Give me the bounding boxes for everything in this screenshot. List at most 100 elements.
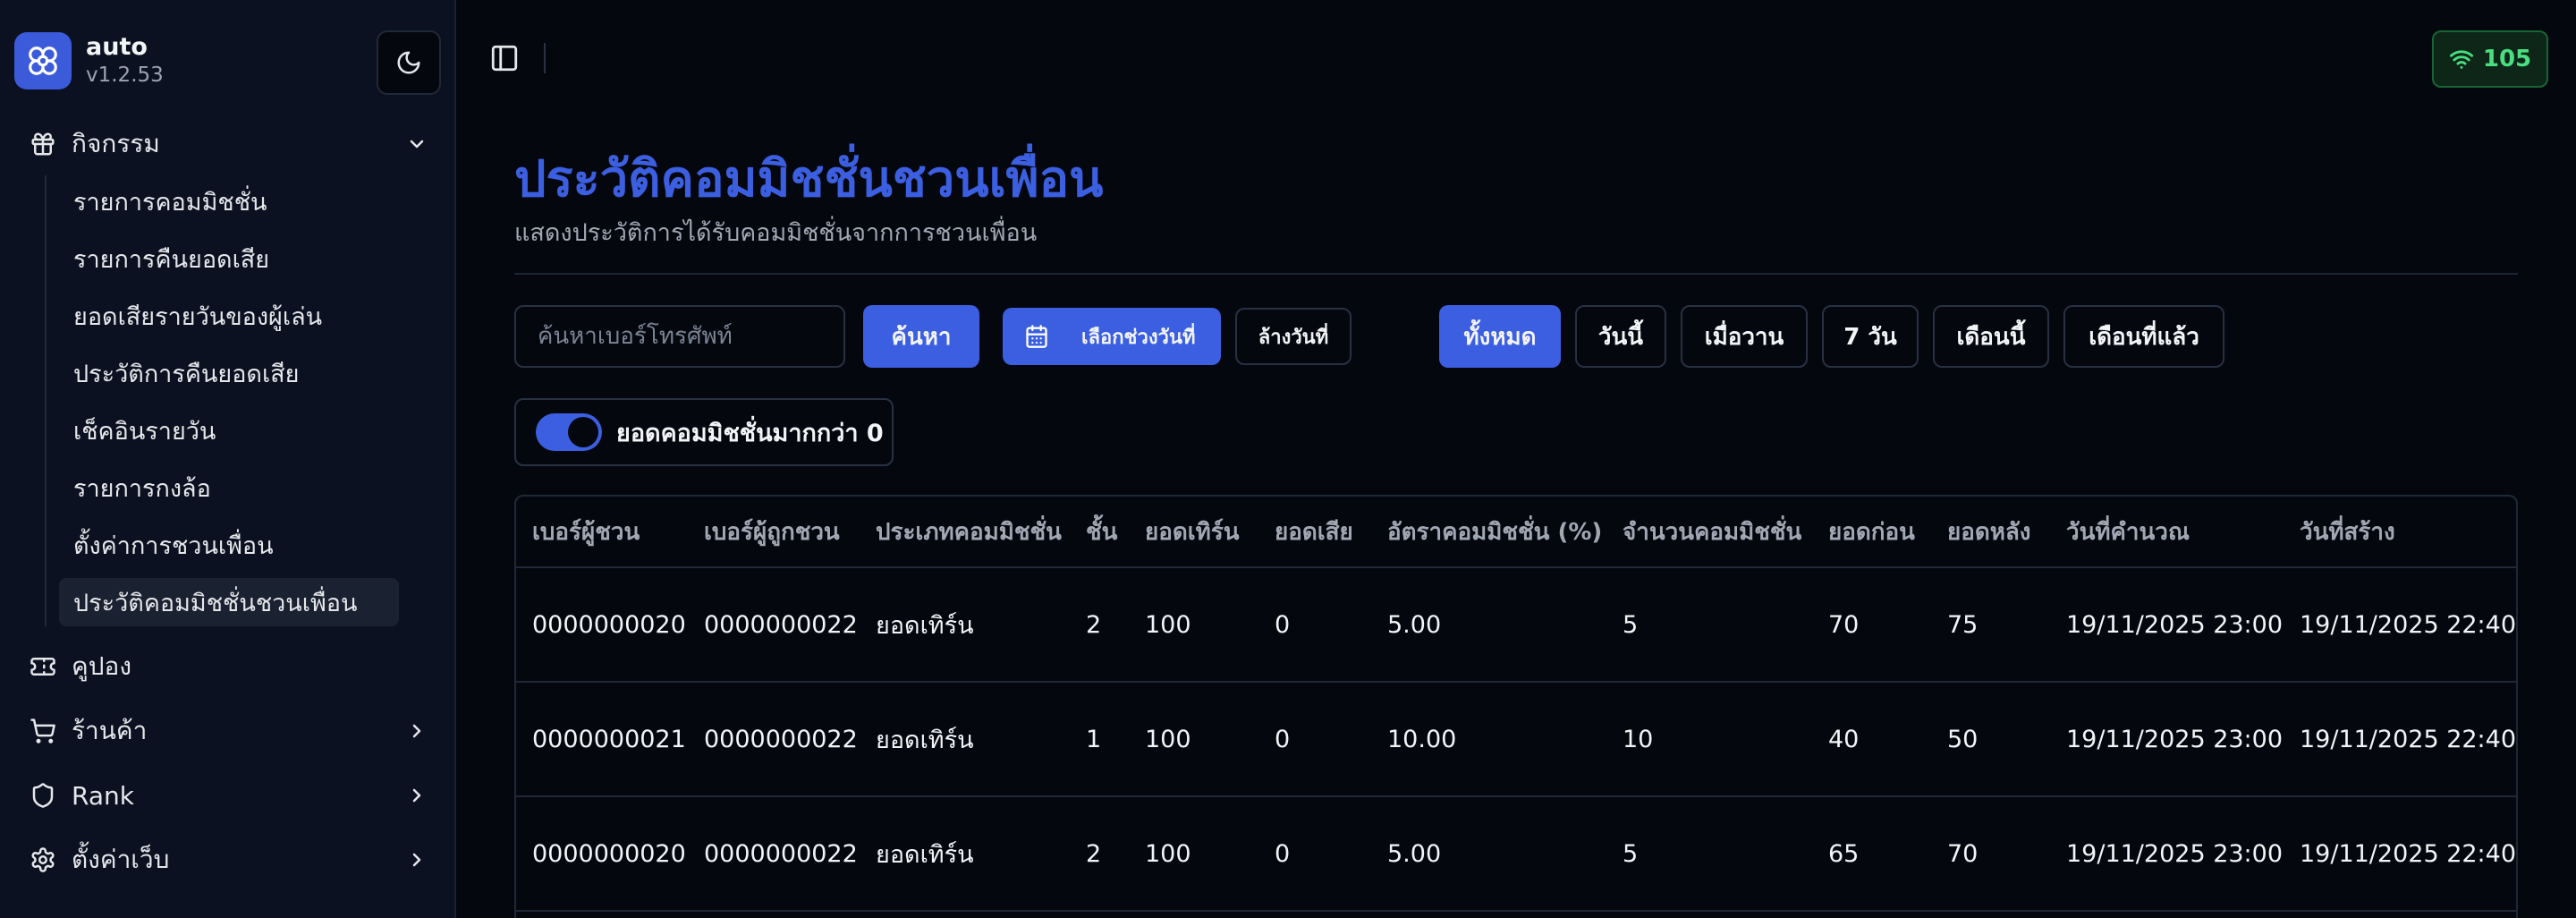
sidebar-item-daily-checkin[interactable]: เช็คอินรายวัน xyxy=(59,406,399,455)
flower-logo-icon xyxy=(14,32,72,89)
table-cell: 2 xyxy=(1086,839,1102,868)
sidebar-group-label: กิจกรรม xyxy=(72,129,160,158)
table-row: 0000000021 0000000022 ยอดเทิร์น 1 100 0 … xyxy=(516,683,2517,797)
table-cell: 5.00 xyxy=(1387,610,1442,639)
app-name: auto xyxy=(86,33,148,61)
sidebar-group-label: ร้านค้า xyxy=(72,716,148,745)
table-cell: 5.00 xyxy=(1387,839,1442,868)
main-content: 105 ประวัติคอมมิชชั่นชวนเพื่อน แสดงประวั… xyxy=(456,0,2576,918)
filter-7days-button[interactable]: 7 วัน xyxy=(1822,305,1919,368)
column-header: จำนวนคอมมิชชั่น xyxy=(1623,518,1802,546)
table-cell: 10.00 xyxy=(1387,725,1457,753)
chevron-right-icon xyxy=(402,781,431,810)
phone-search-input[interactable] xyxy=(514,305,845,368)
table-cell: 0000000022 xyxy=(704,725,858,753)
sidebar-group-shop[interactable]: ร้านค้า xyxy=(27,706,431,756)
column-header: ยอดเสีย xyxy=(1275,518,1353,546)
table-cell: 19/11/2025 23:00 xyxy=(2066,839,2284,868)
sidebar-item-loss-refund-list[interactable]: รายการคืนยอดเสีย xyxy=(59,234,399,283)
sidebar-item-loss-refund-history[interactable]: ประวัติการคืนยอดเสีย xyxy=(59,349,399,397)
table-cell: 0 xyxy=(1275,725,1291,753)
commission-toggle-label: ยอดคอมมิชชั่นมากกว่า 0 xyxy=(616,419,884,447)
commission-toggle-switch[interactable] xyxy=(536,413,602,451)
sidebar-item-referral-settings[interactable]: ตั้งค่าการชวนเพื่อน xyxy=(59,521,399,569)
column-header: เบอร์ผู้ถูกชวน xyxy=(704,518,840,546)
table-cell: 40 xyxy=(1828,725,1860,753)
column-header: ประเภทคอมมิชชั่น xyxy=(876,518,1062,546)
sidebar-item-commission-list[interactable]: รายการคอมมิชชั่น xyxy=(59,177,399,225)
table-cell: 0000000021 xyxy=(532,725,686,753)
table-cell: 0 xyxy=(1275,610,1291,639)
table-cell: 19/11/2025 22:40 xyxy=(2300,725,2517,753)
chevron-down-icon xyxy=(402,130,431,158)
brand[interactable]: auto v1.2.53 xyxy=(14,32,164,89)
commission-history-table: เบอร์ผู้ชวน เบอร์ผู้ถูกชวน ประเภทคอมมิชช… xyxy=(514,495,2518,918)
filter-today-button[interactable]: วันนี้ xyxy=(1575,305,1666,368)
sidebar-group-web-settings[interactable]: ตั้งค่าเว็บ xyxy=(27,835,431,885)
column-header: ชั้น xyxy=(1086,518,1118,546)
wifi-icon xyxy=(2449,50,2473,69)
table-cell: 0000000020 xyxy=(532,839,686,868)
sidebar-item-daily-player-loss[interactable]: ยอดเสียรายวันของผู้เล่น xyxy=(59,292,399,340)
column-header: อัตราคอมมิชชั่น (%) xyxy=(1387,518,1603,546)
table-cell: ยอดเทิร์น xyxy=(876,726,974,754)
header-divider xyxy=(514,273,2518,275)
filter-this-month-button[interactable]: เดือนนี้ xyxy=(1933,305,2049,368)
search-button[interactable]: ค้นหา xyxy=(863,305,979,368)
filter-last-month-button[interactable]: เดือนที่แล้ว xyxy=(2063,305,2224,368)
column-header: วันที่คำนวณ xyxy=(2066,518,2190,546)
table-cell: 100 xyxy=(1145,725,1191,753)
date-range-label: เลือกช่วงวันที่ xyxy=(1081,326,1196,349)
table-cell: 50 xyxy=(1947,725,1979,753)
table-cell: 0 xyxy=(1275,839,1291,868)
table-cell: 10 xyxy=(1623,725,1654,753)
filter-all-button[interactable]: ทั้งหมด xyxy=(1439,305,1561,368)
column-header: วันที่สร้าง xyxy=(2300,518,2395,546)
app-root: auto v1.2.53 กิจกรรม รายการคอมมิชชั่น รา… xyxy=(0,0,2576,918)
column-header: ยอดก่อน xyxy=(1828,518,1915,546)
table-header: เบอร์ผู้ชวน เบอร์ผู้ถูกชวน ประเภทคอมมิชช… xyxy=(516,497,2516,568)
sidebar-group-rank[interactable]: Rank xyxy=(27,770,431,820)
column-header: เบอร์ผู้ชวน xyxy=(532,518,640,546)
page-subtitle: แสดงประวัติการได้รับคอมมิชชั่นจากการชวนเ… xyxy=(514,219,1038,247)
sidebar-group-activity[interactable]: กิจกรรม xyxy=(27,119,431,169)
shield-icon xyxy=(27,779,59,812)
commission-gt-zero-filter[interactable]: ยอดคอมมิชชั่นมากกว่า 0 xyxy=(514,398,894,466)
signal-value: 105 xyxy=(2482,46,2532,72)
moon-icon xyxy=(397,51,420,74)
page-title: ประวัติคอมมิชชั่นชวนเพื่อน xyxy=(514,150,1104,208)
table-cell: 70 xyxy=(1947,839,1979,868)
date-range-button[interactable]: เลือกช่วงวันที่ xyxy=(1003,308,1221,365)
table-cell: 19/11/2025 22:40 xyxy=(2300,839,2517,868)
sidebar-item-wheel-list[interactable]: รายการกงล้อ xyxy=(59,463,399,512)
topbar: 105 xyxy=(456,0,2576,116)
chevron-right-icon xyxy=(402,717,431,745)
gear-icon xyxy=(27,844,59,876)
sidebar-item-referral-commission-history[interactable]: ประวัติคอมมิชชั่นชวนเพื่อน xyxy=(59,578,399,626)
theme-toggle-button[interactable] xyxy=(377,30,441,95)
table-cell: 100 xyxy=(1145,610,1191,639)
clear-date-button[interactable]: ล้างวันที่ xyxy=(1235,308,1352,365)
filter-yesterday-button[interactable]: เมื่อวาน xyxy=(1681,305,1808,368)
table-cell: 5 xyxy=(1623,839,1639,868)
table-cell: 0000000022 xyxy=(704,610,858,639)
column-header: ยอดหลัง xyxy=(1947,518,2031,546)
table-cell: 65 xyxy=(1828,839,1860,868)
table-cell: 19/11/2025 23:00 xyxy=(2066,725,2284,753)
table-row: 0000000020 0000000022 ยอดเทิร์น 2 100 0 … xyxy=(516,568,2516,683)
table-cell: 5 xyxy=(1623,610,1639,639)
table-cell: ยอดเทิร์น xyxy=(876,611,974,640)
table-row: 0000000020 0000000022 ยอดเทิร์น 2 100 0 … xyxy=(516,797,2517,912)
cart-icon xyxy=(27,715,59,747)
table-cell: 0000000022 xyxy=(704,839,858,868)
signal-status-badge[interactable]: 105 xyxy=(2432,30,2548,88)
sidebar-group-label: ตั้งค่าเว็บ xyxy=(72,845,170,874)
ticket-icon xyxy=(27,650,59,683)
sidebar-group-coupon[interactable]: คูปอง xyxy=(27,642,431,692)
gift-icon xyxy=(27,128,59,160)
panel-toggle-icon[interactable] xyxy=(487,40,522,76)
calendar-icon xyxy=(1026,325,1047,348)
topbar-divider xyxy=(544,43,546,73)
app-version: v1.2.53 xyxy=(86,64,164,87)
chevron-right-icon xyxy=(402,846,431,874)
